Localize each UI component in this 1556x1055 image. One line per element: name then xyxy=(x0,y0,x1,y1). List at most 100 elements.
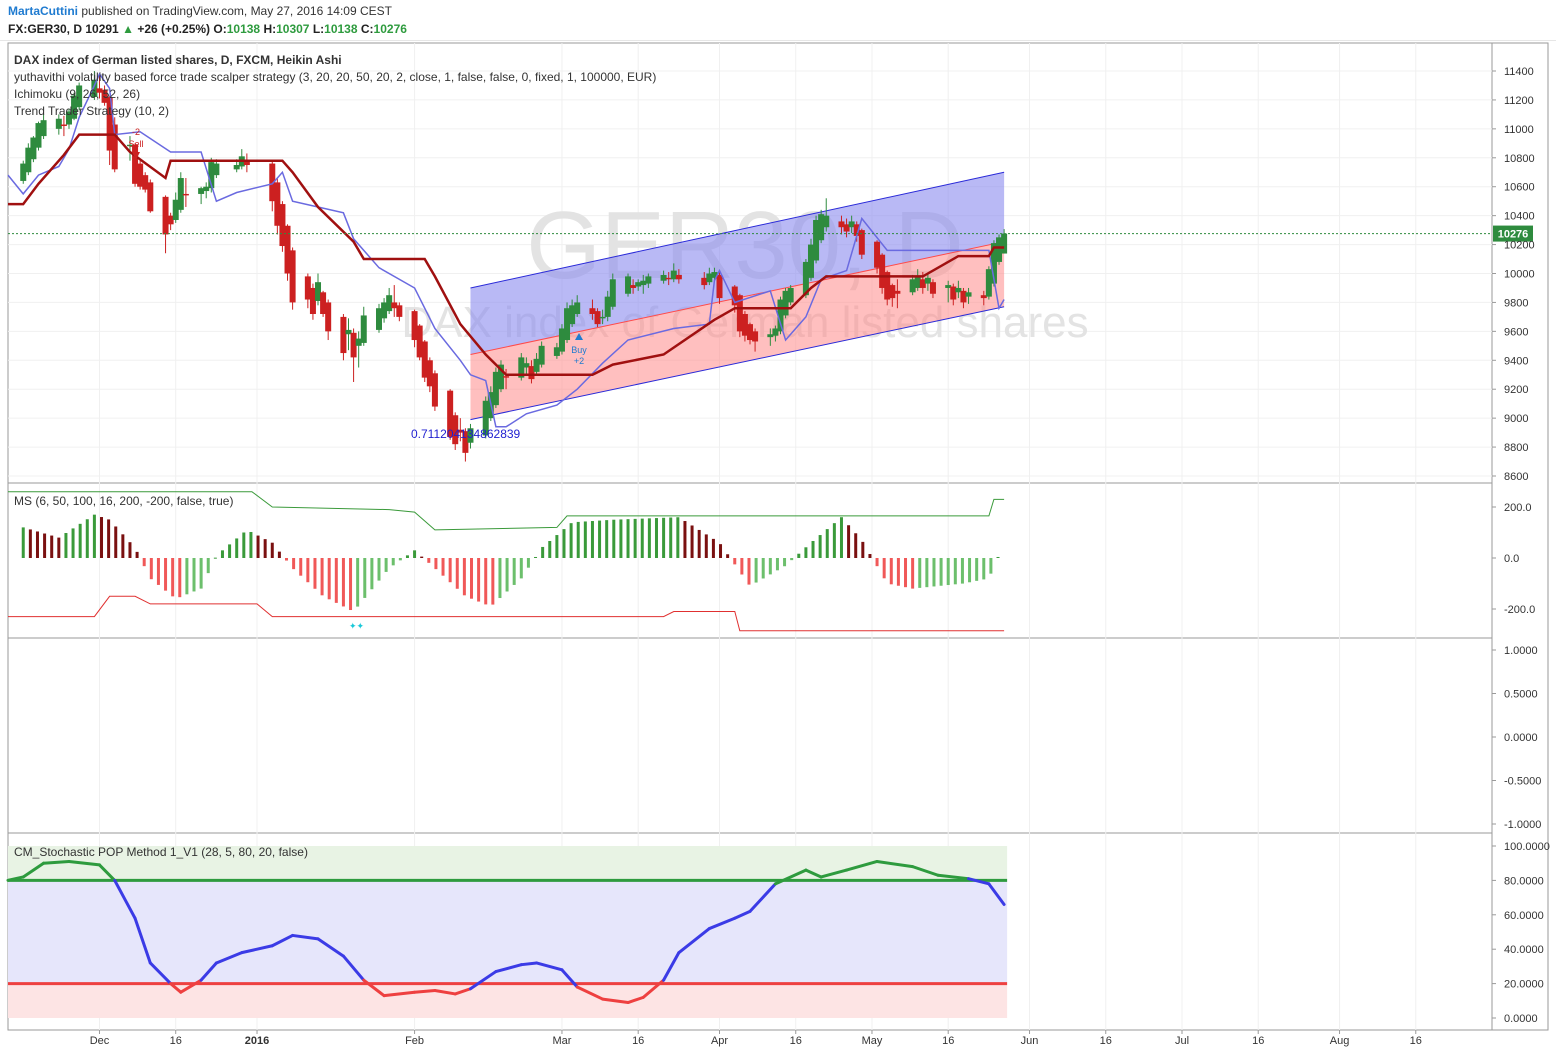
ms-bar xyxy=(640,518,644,558)
ms-bar xyxy=(662,517,666,558)
ms-bar xyxy=(249,531,253,558)
author-link[interactable]: MartaCuttini xyxy=(8,4,78,18)
open-label: O: xyxy=(213,22,227,36)
ms-signal-markers: ✦✦ xyxy=(349,621,365,631)
low-label: L: xyxy=(312,22,325,36)
channel-annotation: 0.711204134862839 xyxy=(411,427,521,441)
ms-bar xyxy=(50,535,54,558)
axis-tick-label: 20.0000 xyxy=(1504,979,1544,991)
time-axis[interactable]: Dec 16 2016 Feb Mar 16 Apr 16 May 16 Jun 16 Jul 16 Aug… xyxy=(90,1030,1422,1047)
ms-bar xyxy=(242,532,246,558)
ms-bar xyxy=(562,529,566,558)
ms-bar xyxy=(85,519,89,558)
candle-body xyxy=(213,163,220,176)
ms-bar xyxy=(654,518,658,558)
ms-bar xyxy=(832,523,836,558)
ms-bar xyxy=(135,551,139,558)
publish-info: MartaCuttini published on TradingView.co… xyxy=(8,4,392,18)
buy-qty: +2 xyxy=(574,356,584,366)
ms-bar xyxy=(790,558,794,561)
axis-tick-label: 11000 xyxy=(1504,124,1534,136)
ms-bar xyxy=(612,519,616,558)
ms-bar xyxy=(405,555,409,558)
ms-bar xyxy=(569,523,573,558)
axis-tick-label: 11200 xyxy=(1504,95,1534,107)
candle-body xyxy=(503,376,510,378)
ms-bar xyxy=(726,554,730,558)
candle-body xyxy=(340,316,347,354)
ms-bar xyxy=(306,558,310,583)
ms-bar xyxy=(576,521,580,558)
close-value: 10276 xyxy=(373,22,407,36)
ms-bar xyxy=(932,558,936,587)
time-tick-label: Jun xyxy=(1021,1035,1039,1047)
candle-body xyxy=(360,315,367,343)
ms-bar xyxy=(975,558,979,581)
ms-bar xyxy=(43,533,47,558)
candle-body xyxy=(538,345,545,365)
axis-tick-label: 10800 xyxy=(1504,153,1535,165)
ms-bar xyxy=(78,523,82,558)
price-axis[interactable]: 11400 11200 11000 10800 10600 10400 10200 10000… xyxy=(1492,66,1535,483)
main-title: DAX index of German listed shares, D, FX… xyxy=(14,53,342,67)
ms-bar xyxy=(320,558,324,596)
time-tick-label: Dec xyxy=(90,1035,110,1047)
candle-body xyxy=(823,215,830,228)
ms-bar xyxy=(960,558,964,584)
ms-bar xyxy=(341,558,345,607)
stochastic-axis[interactable]: 100.0000 80.0000 60.0000 40.0000 20.0000 0.00… xyxy=(1492,841,1550,1025)
ms-signal-star-icon: ✦✦ xyxy=(349,621,365,631)
ms-bar xyxy=(896,558,900,586)
ms-axis[interactable]: 200.0 0.0 -200.0 xyxy=(1492,502,1535,616)
ms-bar xyxy=(747,558,751,585)
ms-bar xyxy=(427,558,431,563)
symbol-label[interactable]: FX:GER30, D xyxy=(8,22,82,36)
ms-bar xyxy=(505,558,509,592)
ms-bar xyxy=(882,558,886,579)
ms-bar xyxy=(263,539,267,558)
ms-bar xyxy=(512,558,516,585)
stochastic-pane[interactable]: CM_Stochastic POP Method 1_V1 (28, 5, 80… xyxy=(6,841,1550,1025)
axis-tick-label: 9600 xyxy=(1504,326,1528,338)
ms-bar xyxy=(526,558,530,568)
empty-pane[interactable]: 1.0000 0.5000 0.0000 -0.5000 -1.0000 xyxy=(1492,645,1541,831)
candle-body xyxy=(431,373,438,407)
change-up-icon: ▲ xyxy=(122,22,134,36)
high-value: 10307 xyxy=(276,22,310,36)
candle-body xyxy=(752,331,759,342)
empty-frame xyxy=(7,637,1493,834)
empty-axis[interactable]: 1.0000 0.5000 0.0000 -0.5000 -1.0000 xyxy=(1492,645,1541,831)
ms-pane[interactable]: ✦✦ MS (6, 50, 100, 16, 200, -200, false,… xyxy=(8,491,1535,632)
time-tick-label: 16 xyxy=(170,1035,182,1047)
ms-bar xyxy=(477,558,481,602)
axis-tick-label: 10400 xyxy=(1504,211,1535,223)
last-price: 10291 xyxy=(85,22,119,36)
axis-tick-label: 80.0000 xyxy=(1504,875,1544,887)
ms-bar xyxy=(299,558,303,576)
ms-bar xyxy=(783,558,787,567)
ms-bar xyxy=(989,558,993,574)
ms-bar xyxy=(334,558,338,603)
axis-tick-label: 10600 xyxy=(1504,182,1535,194)
ms-bar xyxy=(185,558,189,595)
ms-lower-band xyxy=(8,595,1005,632)
ms-bar xyxy=(775,558,779,571)
candle-body xyxy=(625,276,632,294)
time-tick-label: May xyxy=(862,1035,883,1047)
ms-bar xyxy=(270,542,274,558)
ms-bar xyxy=(128,542,132,558)
ms-bar xyxy=(35,531,39,558)
ms-bar xyxy=(534,556,538,558)
time-tick-label: Feb xyxy=(405,1035,424,1047)
ms-bar xyxy=(313,558,317,589)
chart-canvas[interactable]: GER30, D DAX index of German listed shar… xyxy=(0,40,1556,1055)
open-value: 10138 xyxy=(226,22,261,36)
ms-bar xyxy=(854,533,858,558)
candle-body xyxy=(929,282,936,294)
time-tick-label: Jul xyxy=(1175,1035,1189,1047)
ms-bar xyxy=(391,558,395,566)
symbol-quote: FX:GER30, D 10291 ▲ +26 (+0.25%) O:10138… xyxy=(8,22,407,36)
ms-bar xyxy=(28,529,32,558)
ms-bar xyxy=(21,527,25,558)
chart-header: MartaCuttini published on TradingView.co… xyxy=(0,0,1556,41)
